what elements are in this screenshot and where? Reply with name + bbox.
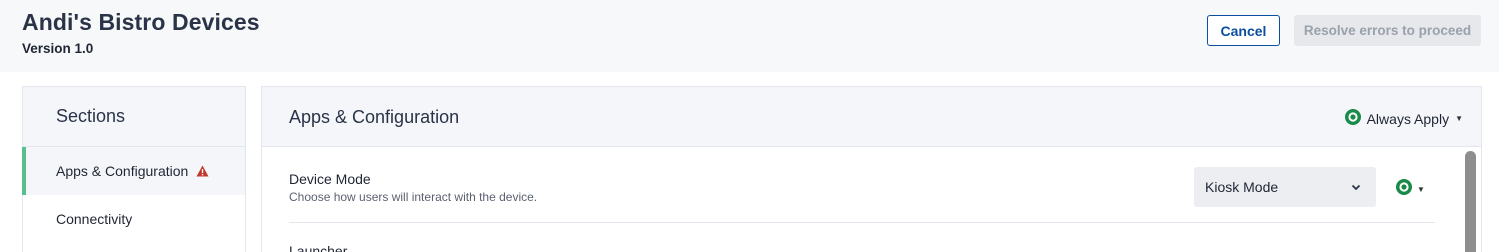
device-mode-select[interactable]: Kiosk Mode <box>1194 167 1376 207</box>
resolve-errors-button[interactable]: Resolve errors to proceed <box>1294 15 1481 46</box>
setting-name: Device Mode <box>289 171 371 187</box>
sidebar-heading: Sections <box>23 87 245 147</box>
cancel-button[interactable]: Cancel <box>1207 15 1280 46</box>
panel-title: Apps & Configuration <box>289 107 460 127</box>
scrollbar[interactable] <box>1465 151 1476 252</box>
sidebar-item-label: Apps & Configuration <box>56 163 189 179</box>
status-circle-icon <box>1344 108 1362 129</box>
apply-mode-dropdown[interactable]: Always Apply ▼ <box>1344 108 1463 129</box>
chevron-down-icon <box>1350 180 1362 196</box>
setting-description: Choose how users will interact with the … <box>289 190 538 204</box>
device-mode-value: Kiosk Mode <box>1205 179 1279 195</box>
caret-down-icon: ▼ <box>1455 114 1463 123</box>
sections-sidebar: Sections Apps & Configuration Connectivi… <box>22 86 246 252</box>
config-panel: Apps & Configuration Always Apply ▼ Devi… <box>261 86 1482 252</box>
apply-mode-label: Always Apply <box>1366 110 1450 127</box>
panel-header: Apps & Configuration Always Apply ▼ <box>262 87 1481 147</box>
warning-icon <box>196 165 209 177</box>
status-circle-icon <box>1395 178 1413 201</box>
page-header: Andi's Bistro Devices Version 1.0 Cancel… <box>0 0 1499 72</box>
sidebar-item-apps-configuration[interactable]: Apps & Configuration <box>22 147 245 195</box>
sidebar-item-connectivity[interactable]: Connectivity <box>23 195 245 243</box>
caret-down-icon: ▼ <box>1417 185 1425 194</box>
version-label: Version 1.0 <box>22 41 94 56</box>
sidebar-item-label: Connectivity <box>56 211 133 227</box>
divider <box>289 222 1435 223</box>
setting-apply-dropdown[interactable]: ▼ <box>1395 178 1425 201</box>
setting-name: Launcher <box>289 243 348 252</box>
page-title: Andi's Bistro Devices <box>22 9 260 35</box>
